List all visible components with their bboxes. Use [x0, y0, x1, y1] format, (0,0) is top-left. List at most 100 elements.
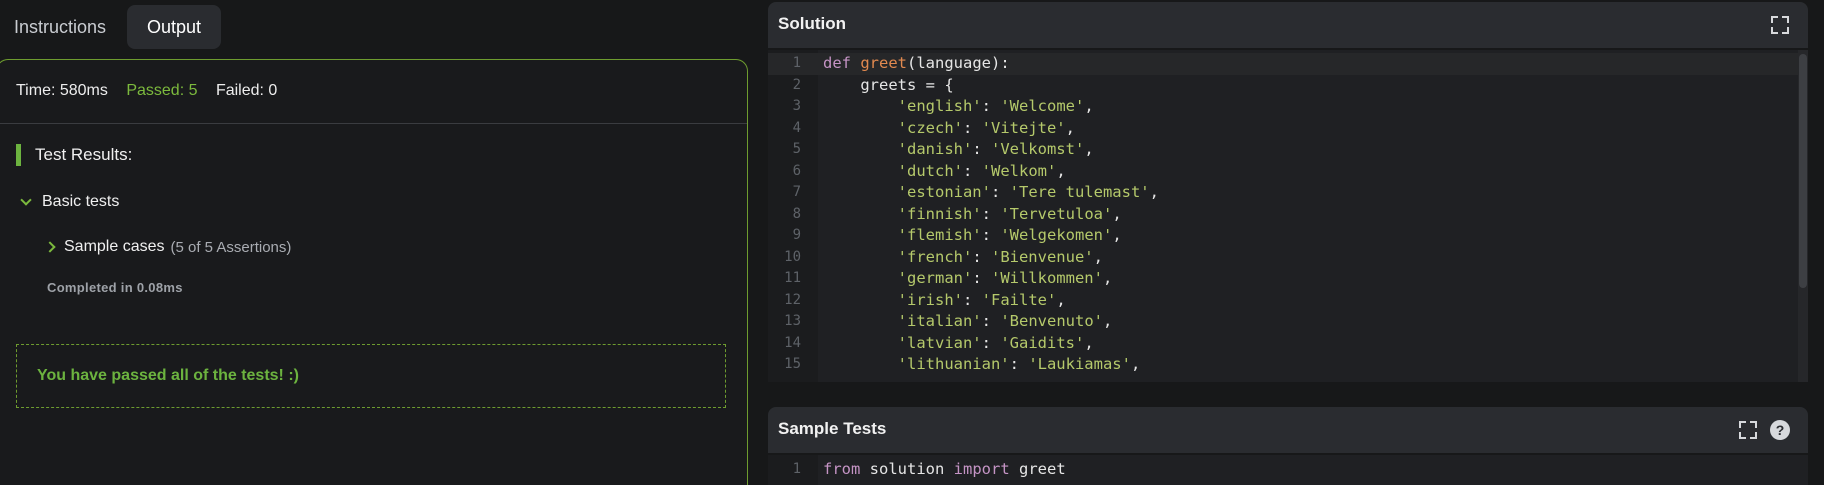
code-token: : — [972, 247, 991, 266]
line-number: 15 — [784, 356, 801, 372]
code-token: 'Gaidits' — [1000, 333, 1085, 352]
code-text[interactable]: 'german': 'Willkommen', — [823, 268, 1113, 290]
code-token: , — [1056, 290, 1066, 309]
code-token: : — [972, 269, 991, 287]
code-text[interactable]: 'estonian': 'Tere tulemast', — [823, 182, 1159, 204]
code-text[interactable]: 'danish': 'Velkomst', — [823, 139, 1094, 161]
code-text[interactable]: from solution import greet — [823, 459, 1066, 481]
code-text[interactable]: 'flemish': 'Welgekomen', — [823, 225, 1122, 247]
code-line[interactable]: 9 'flemish': 'Welgekomen', — [768, 225, 1798, 247]
sample-tests-header: Sample Tests ? — [768, 407, 1808, 453]
code-token: 'Velkomst' — [990, 140, 1085, 158]
code-text[interactable]: 'latvian': 'Gaidits', — [823, 333, 1094, 355]
code-line[interactable]: 15 'lithuanian': 'Laukiamas', — [768, 354, 1798, 376]
code-text[interactable]: 'english': 'Welcome', — [823, 96, 1094, 118]
code-text[interactable]: 'irish': 'Failte', — [823, 290, 1066, 312]
test-case-sample[interactable]: Sample cases (5 of 5 Assertions) — [44, 238, 292, 256]
test-group-basic[interactable]: Basic tests — [20, 193, 119, 211]
code-line[interactable]: 13 'italian': 'Benvenuto', — [768, 311, 1798, 333]
line-number: 14 — [784, 334, 801, 351]
code-text[interactable]: greets = { — [823, 75, 953, 97]
solution-editor[interactable]: 1 def greet(language): 2 greets = {3 'engl… — [768, 50, 1808, 382]
code-token: : — [981, 97, 1001, 115]
tab-output[interactable]: Output — [127, 5, 221, 49]
tab-instructions[interactable]: Instructions — [0, 5, 120, 49]
chevron-right-icon[interactable] — [44, 241, 56, 253]
scrollbar-thumb[interactable] — [1799, 54, 1807, 288]
code-token: greet — [1009, 460, 1066, 478]
line-number: 2 — [792, 76, 801, 93]
code-token: 'estonian' — [897, 183, 991, 201]
code-token: : — [981, 204, 1001, 223]
code-text[interactable]: 'italian': 'Benvenuto', — [823, 311, 1113, 333]
code-token: 'Tere tulemast' — [1009, 183, 1150, 201]
code-line[interactable]: 6 'dutch': 'Welkom', — [768, 161, 1798, 183]
line-number: 1 — [792, 461, 801, 477]
code-token: 'Bienvenue' — [990, 247, 1094, 266]
code-token: 'Welcome' — [1000, 97, 1085, 115]
code-line[interactable]: 10 'french': 'Bienvenue', — [768, 247, 1798, 269]
code-token: 'danish' — [897, 140, 973, 158]
line-number: 12 — [784, 291, 801, 308]
code-token: import — [953, 460, 1010, 478]
code-text[interactable]: 'french': 'Bienvenue', — [823, 247, 1103, 269]
code-token: , — [1112, 226, 1122, 244]
code-token: 'german' — [897, 269, 973, 287]
line-number: 1 — [792, 55, 801, 71]
line-number: 10 — [784, 248, 801, 265]
code-token: : — [962, 118, 982, 137]
pass-message: You have passed all of the tests! :) — [37, 367, 299, 384]
code-token: 'latvian' — [897, 333, 982, 352]
code-token: , — [1056, 161, 1066, 180]
pass-message-box: You have passed all of the tests! :) — [16, 344, 726, 408]
code-line[interactable]: 8 'finnish': 'Tervetuloa', — [768, 204, 1798, 226]
code-line[interactable]: 1 from solution import greet — [768, 459, 1798, 481]
code-token: 'irish' — [897, 290, 963, 309]
sample-tests-editor[interactable]: 1 from solution import greet — [768, 455, 1808, 485]
chevron-down-icon[interactable] — [20, 194, 32, 206]
code-text[interactable]: def greet(language): — [823, 53, 1010, 75]
code-text[interactable]: 'dutch': 'Welkom', — [823, 161, 1066, 183]
code-token: , — [1102, 312, 1113, 330]
code-token: , — [1102, 269, 1113, 287]
test-results-heading: Test Results: — [16, 144, 132, 166]
editor-scrollbar[interactable] — [1798, 50, 1808, 382]
solution-header: Solution — [768, 2, 1808, 48]
code-token: from — [823, 460, 861, 478]
code-line[interactable]: 14 'latvian': 'Gaidits', — [768, 333, 1798, 355]
code-line[interactable]: 11 'german': 'Willkommen', — [768, 268, 1798, 290]
test-case-assertions: (5 of 5 Assertions) — [170, 238, 292, 256]
code-token: 'lithuanian' — [897, 355, 1010, 373]
test-group-label: Basic tests — [42, 193, 120, 210]
code-line[interactable]: 2 greets = { — [768, 75, 1798, 97]
expand-icon[interactable] — [1771, 16, 1789, 34]
code-token: def — [823, 54, 861, 72]
code-line[interactable]: 7 'estonian': 'Tere tulemast', — [768, 182, 1798, 204]
line-number: 6 — [792, 162, 801, 179]
code-line[interactable]: 4 'czech': 'Vitejte', — [768, 118, 1798, 140]
expand-icon[interactable] — [1739, 421, 1757, 439]
code-token: , — [1065, 118, 1075, 137]
code-text[interactable]: 'czech': 'Vitejte', — [823, 118, 1075, 140]
code-token: : — [981, 226, 1001, 244]
code-line[interactable]: 5 'danish': 'Velkomst', — [768, 139, 1798, 161]
line-number: 3 — [792, 98, 801, 114]
help-icon[interactable]: ? — [1770, 420, 1790, 440]
code-text[interactable]: 'lithuanian': 'Laukiamas', — [823, 354, 1141, 376]
code-line[interactable]: 3 'english': 'Welcome', — [768, 96, 1798, 118]
code-token: , — [1093, 247, 1103, 266]
code-line[interactable]: 12 'irish': 'Failte', — [768, 290, 1798, 312]
code-line[interactable]: 1 def greet(language): — [768, 53, 1798, 75]
code-text[interactable]: 'finnish': 'Tervetuloa', — [823, 204, 1122, 226]
